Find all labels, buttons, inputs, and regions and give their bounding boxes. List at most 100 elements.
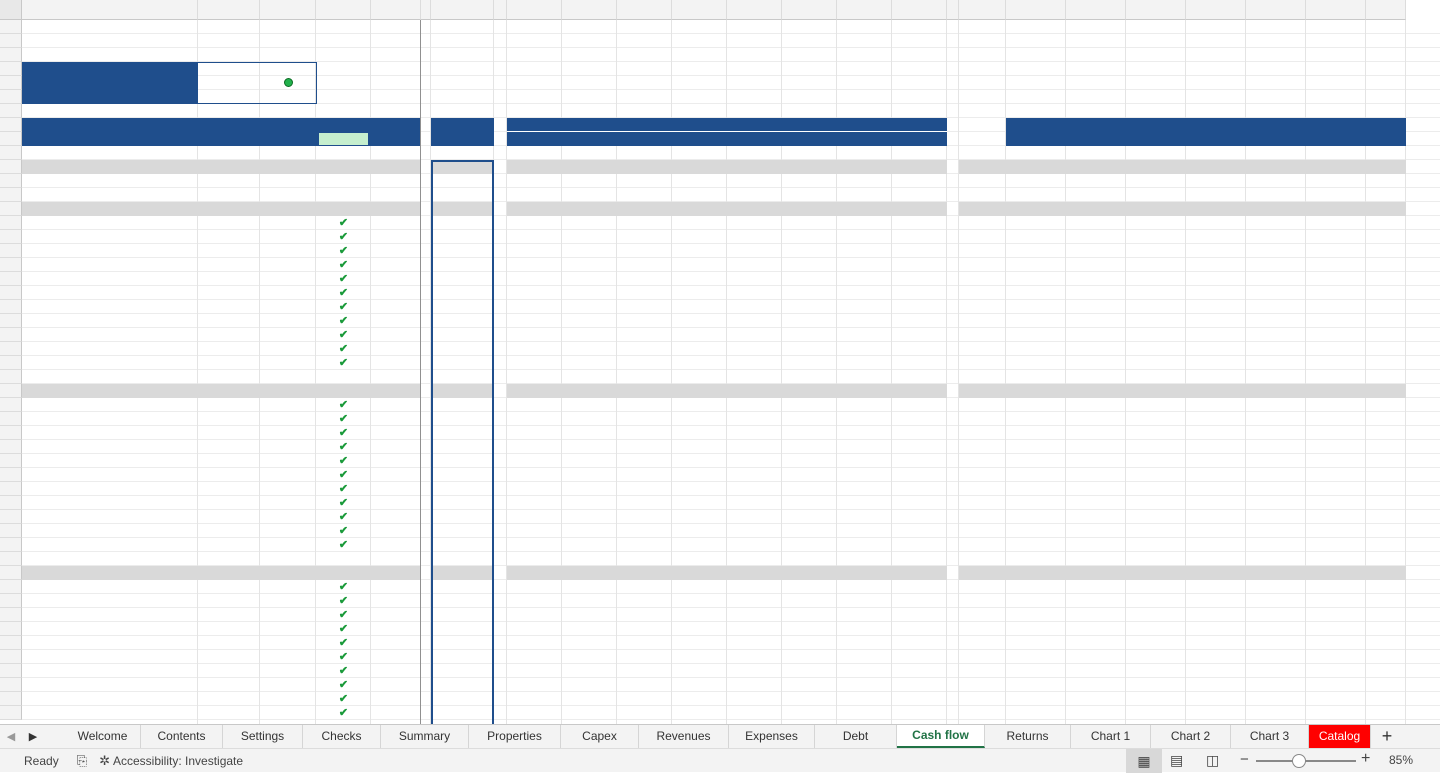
monthly-cell[interactable] [1246,356,1306,370]
monthly-cell[interactable] [1006,440,1066,454]
units-cell[interactable] [371,272,421,286]
annual-cell[interactable] [507,482,562,496]
row-label[interactable] [22,608,198,622]
annual-cell[interactable] [837,538,892,552]
column-header-y[interactable] [1306,0,1366,20]
monthly-cell[interactable] [1126,678,1186,692]
monthly-cell[interactable] [1306,510,1366,524]
bop-date[interactable] [1126,118,1186,132]
const2-header[interactable] [260,118,316,132]
toc-link[interactable] [198,62,260,76]
monthly-cell[interactable] [1366,300,1406,314]
bop-date[interactable] [1366,118,1406,132]
monthly-cell[interactable] [1366,328,1406,342]
total-cell[interactable] [431,342,494,356]
monthly-cell[interactable] [1126,412,1186,426]
annual-cell[interactable] [617,706,672,720]
units-cell[interactable] [371,496,421,510]
page-layout-view-icon[interactable]: ▤ [1170,752,1183,769]
year-header[interactable] [617,132,672,146]
annual-cell[interactable] [727,454,782,468]
bop-date[interactable] [1066,118,1126,132]
units-cell[interactable] [371,440,421,454]
annual-cell[interactable] [562,244,617,258]
row-header[interactable] [0,300,22,314]
monthly-cell[interactable] [1126,230,1186,244]
annual-cell[interactable] [782,426,837,440]
monthly-cell[interactable] [1186,692,1246,706]
row-header[interactable] [0,398,22,412]
annual-cell[interactable] [782,454,837,468]
returns-value[interactable] [198,90,316,104]
year-header[interactable] [507,132,562,146]
monthly-cell[interactable] [1006,636,1066,650]
monthly-cell[interactable] [1126,398,1186,412]
returns-label[interactable] [22,90,198,104]
annual-cell[interactable] [727,664,782,678]
annual-cell[interactable] [782,510,837,524]
total-cell[interactable] [431,622,494,636]
annual-cell[interactable] [782,230,837,244]
monthly-cell[interactable] [1246,328,1306,342]
checks-link[interactable] [198,76,260,90]
row-label[interactable] [22,580,198,594]
annual-cell[interactable] [507,510,562,524]
units-cell[interactable] [371,216,421,230]
monthly-cell[interactable] [1186,426,1246,440]
row-label[interactable] [22,314,198,328]
annual-cell[interactable] [617,272,672,286]
monthly-cell[interactable] [1006,622,1066,636]
annual-cell[interactable] [617,244,672,258]
monthly-cell[interactable] [1306,482,1366,496]
monthly-cell[interactable] [1126,468,1186,482]
total-cell[interactable] [431,580,494,594]
annual-cell[interactable] [837,524,892,538]
annual-cell[interactable] [837,664,892,678]
monthly-cell[interactable] [1366,692,1406,706]
monthly-cell[interactable] [1006,594,1066,608]
annual-cell[interactable] [672,244,727,258]
annual-cell[interactable] [507,468,562,482]
calendar-year-total[interactable] [431,174,494,188]
row-label[interactable] [22,510,198,524]
monthly-cell[interactable] [1186,636,1246,650]
row-header[interactable] [0,692,22,706]
monthly-cell[interactable] [1126,510,1186,524]
annual-cell[interactable] [892,664,947,678]
annual-cell[interactable] [617,258,672,272]
annual-cell[interactable] [837,482,892,496]
row-header[interactable] [0,174,22,188]
monthly-cell[interactable] [1366,524,1406,538]
annual-cell[interactable] [782,314,837,328]
monthly-cell[interactable] [1006,454,1066,468]
annual-cell[interactable] [617,300,672,314]
monthly-cell[interactable] [1306,314,1366,328]
units-cell[interactable] [371,538,421,552]
annual-cell[interactable] [892,314,947,328]
column-header-n[interactable] [727,0,782,20]
row-label[interactable] [22,412,198,426]
monthly-cell[interactable] [1366,482,1406,496]
monthly-cell[interactable] [1366,468,1406,482]
annual-cell[interactable] [562,412,617,426]
tab-capex[interactable]: Capex [561,724,639,748]
checkmark-icon[interactable]: ✔ [316,468,371,482]
calendar-year-monthly[interactable] [1126,174,1186,188]
annual-cell[interactable] [617,524,672,538]
total-cell[interactable] [431,524,494,538]
monthly-cell[interactable] [1246,300,1306,314]
annual-cell[interactable] [562,440,617,454]
annual-cell[interactable] [562,356,617,370]
annual-cell[interactable] [617,664,672,678]
monthly-cell[interactable] [1246,440,1306,454]
annual-cell[interactable] [892,342,947,356]
year-header[interactable] [892,132,947,146]
row-header[interactable] [0,188,22,202]
monthly-cell[interactable] [1306,328,1366,342]
total-cell[interactable] [431,314,494,328]
toc-label[interactable] [22,62,198,76]
annual-cell[interactable] [782,678,837,692]
monthly-cell[interactable] [1366,594,1406,608]
year-header[interactable] [727,132,782,146]
row-header[interactable] [0,76,22,90]
